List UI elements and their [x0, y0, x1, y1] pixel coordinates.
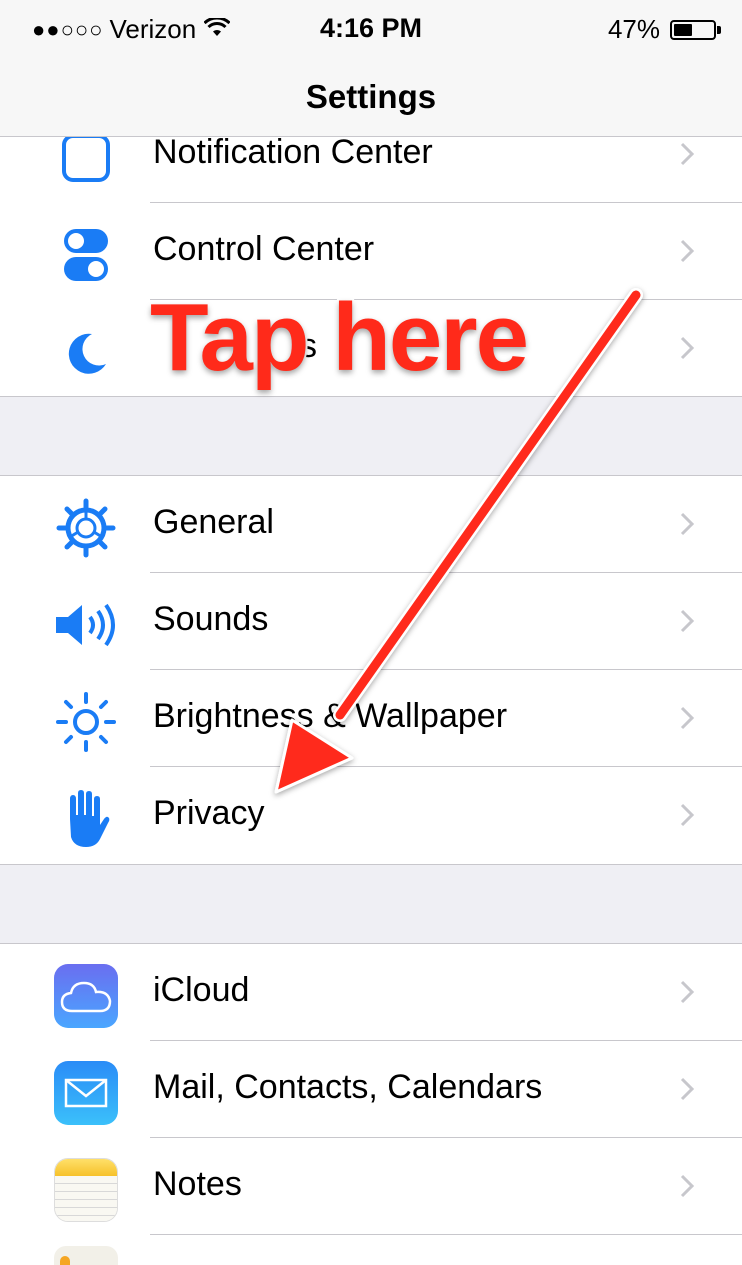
- notes-icon: [54, 1158, 118, 1222]
- sun-icon: [54, 690, 118, 754]
- chevron-right-icon: [680, 1174, 695, 1198]
- chevron-right-icon: [680, 1077, 695, 1101]
- battery-percent: 47%: [607, 14, 660, 44]
- settings-row-label: Sounds: [153, 600, 269, 638]
- toggle-switches-icon: [54, 223, 118, 287]
- settings-row-label: Control Center: [153, 230, 375, 268]
- chevron-right-icon: [680, 980, 695, 1004]
- settings-row-privacy[interactable]: Privacy: [0, 767, 742, 864]
- partial-app-icon: [54, 1246, 118, 1265]
- chevron-right-icon: [680, 706, 695, 730]
- chevron-right-icon: [680, 336, 695, 360]
- settings-row-label: Notification Center: [153, 133, 433, 171]
- section-gap: [0, 396, 742, 476]
- envelope-icon: [54, 1061, 118, 1125]
- chevron-right-icon: [680, 609, 695, 633]
- annotation-text: Tap here: [148, 284, 531, 391]
- chevron-right-icon: [680, 239, 695, 263]
- settings-row-general[interactable]: General: [0, 476, 742, 573]
- gear-icon: [54, 496, 118, 560]
- settings-row-label: iCloud: [153, 971, 250, 1009]
- chevron-right-icon: [680, 142, 695, 166]
- settings-row-mail-contacts-calendars[interactable]: Mail, Contacts, Calendars: [0, 1041, 742, 1138]
- status-right: 47%: [607, 14, 721, 45]
- page-title: Settings: [305, 78, 437, 115]
- settings-row-label: Mail, Contacts, Calendars: [153, 1068, 543, 1106]
- cloud-icon: [54, 964, 118, 1028]
- settings-row-label: Privacy: [153, 794, 265, 832]
- settings-row-label: General: [153, 503, 274, 541]
- settings-row-sounds[interactable]: Sounds: [0, 573, 742, 670]
- status-bar: ●●○○○ Verizon 4:16 PM 47%: [0, 0, 742, 58]
- settings-row-notes[interactable]: Notes: [0, 1138, 742, 1235]
- chevron-right-icon: [680, 803, 695, 827]
- navigation-bar: Settings: [0, 58, 742, 137]
- chevron-right-icon: [680, 512, 695, 536]
- hand-icon: [54, 787, 118, 851]
- settings-row-label: Notes: [153, 1165, 242, 1203]
- speaker-icon: [54, 593, 118, 657]
- settings-row-brightness-wallpaper[interactable]: Brightness & Wallpaper: [0, 670, 742, 767]
- settings-row-label: Brightness & Wallpaper: [153, 697, 508, 735]
- section-gap: [0, 864, 742, 944]
- settings-row-icloud[interactable]: iCloud: [0, 944, 742, 1041]
- moon-icon: [54, 320, 118, 384]
- row-separator: [150, 1234, 742, 1235]
- battery-icon: [670, 19, 721, 40]
